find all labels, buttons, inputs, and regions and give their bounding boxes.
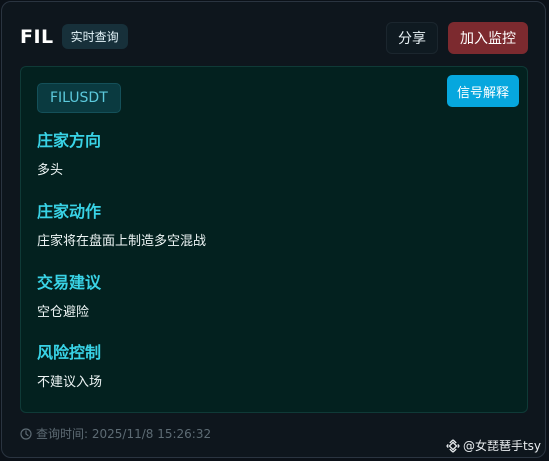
watermark-text: @女琵琶手tsy xyxy=(462,439,541,453)
section-value: 空仓避险 xyxy=(37,305,90,320)
section-title: 庄家方向 xyxy=(37,131,102,150)
binance-logo-icon xyxy=(446,438,460,453)
section-value: 多头 xyxy=(37,163,64,178)
signal-explain-button[interactable]: 信号解释 xyxy=(447,75,519,107)
section-title: 庄家动作 xyxy=(37,202,102,221)
watermark: @女琵琶手tsy xyxy=(446,437,541,454)
query-result-card: FIL 实时查询 分享 加入监控 FILUSDT 信号解释 庄家方向 多头 庄家… xyxy=(1,1,546,458)
section-value: 不建议入场 xyxy=(37,375,103,390)
realtime-badge: 实时查询 xyxy=(61,24,128,49)
query-time-text: 查询时间: 2025/11/8 15:26:32 xyxy=(36,427,212,441)
coin-symbol: FIL xyxy=(20,25,54,48)
card-header: FIL 实时查询 xyxy=(20,24,128,49)
section-risk-control: 风险控制 不建议入场 xyxy=(37,343,102,391)
section-dealer-direction: 庄家方向 多头 xyxy=(37,131,101,179)
trading-pair-tag: FILUSDT xyxy=(37,83,121,113)
section-title: 风险控制 xyxy=(37,343,102,362)
section-value: 庄家将在盘面上制造多空混战 xyxy=(37,234,207,249)
section-trade-advice: 交易建议 空仓避险 xyxy=(37,273,101,321)
section-dealer-action: 庄家动作 庄家将在盘面上制造多空混战 xyxy=(37,202,206,250)
query-time: 查询时间: 2025/11/8 15:26:32 xyxy=(20,425,211,442)
add-to-monitor-button[interactable]: 加入监控 xyxy=(448,22,528,54)
section-title: 交易建议 xyxy=(37,273,102,292)
clock-icon xyxy=(20,427,32,440)
share-button[interactable]: 分享 xyxy=(386,22,438,54)
analysis-panel: FILUSDT 信号解释 庄家方向 多头 庄家动作 庄家将在盘面上制造多空混战 … xyxy=(20,66,528,413)
